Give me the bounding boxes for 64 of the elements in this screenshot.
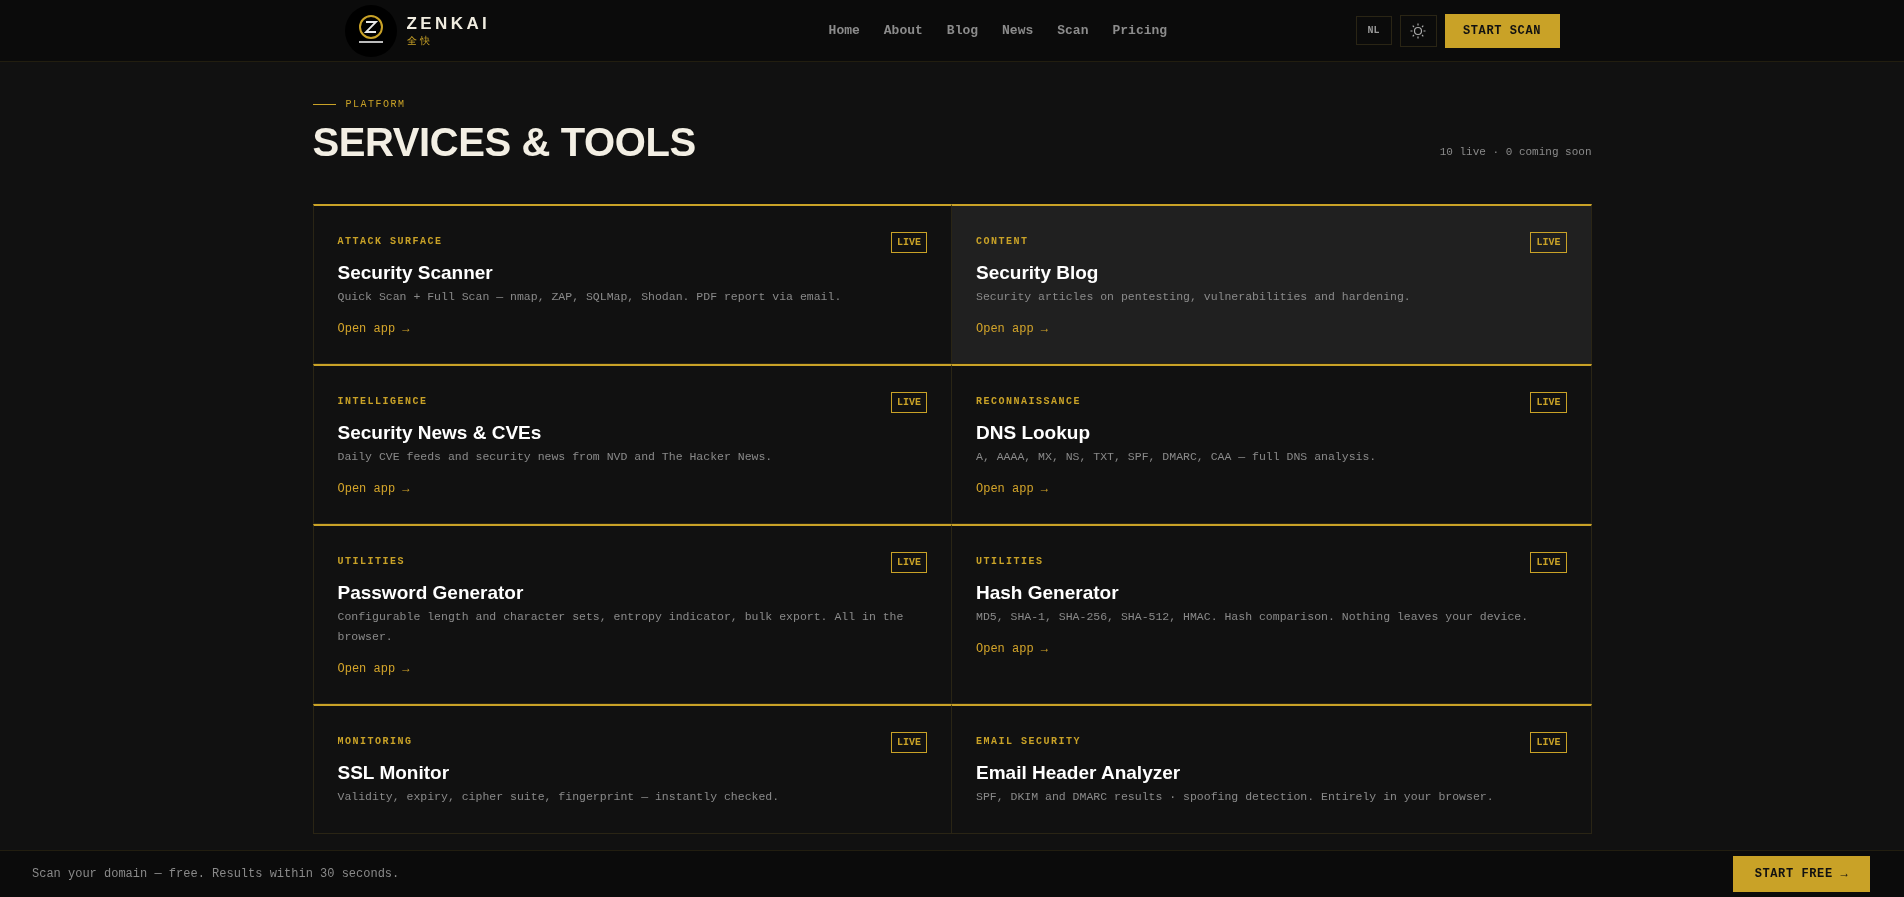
brand-name: ZENKAI [406,13,491,34]
card-description: Daily CVE feeds and security news from NVD and The Hacker News. [337,449,774,465]
status-badge: LIVE [1530,392,1567,413]
start-free-button[interactable]: START FREE → [1733,856,1870,892]
service-card[interactable]: MONITORING LIVE SSL Monitor Validity, expiry, cipher suite, fingerprint — instantly checked. [312,704,952,834]
category-label: ATTACK SURFACE [337,236,443,248]
status-badge: LIVE [1530,232,1567,253]
service-card[interactable]: ATTACK SURFACE LIVE Security Scanner Quick Scan + Full Scan — nmap, ZAP, SQLMap, Shodan. PDF report via email. Open app → [312,204,952,364]
service-count: 10 live · 0 coming soon [1439,144,1592,160]
card-description: SPF, DKIM and DMARC results · spoofing detection. Entirely in your browser. [976,789,1495,805]
status-badge: LIVE [1530,552,1567,573]
card-description: MD5, SHA-1, SHA-256, SHA-512, HMAC. Hash comparison. Nothing leaves your device. [976,609,1530,625]
card-title: Security Blog [976,261,1100,285]
sun-icon [1410,22,1426,39]
category-label: CONTENT [976,236,1029,248]
service-card[interactable]: EMAIL SECURITY LIVE Email Header Analyzer SPF, DKIM and DMARC results · spoofing detection. Entirely in your browser. [952,704,1592,834]
status-badge: LIVE [891,392,927,413]
status-badge: LIVE [891,552,927,573]
category-label: EMAIL SECURITY [976,736,1081,748]
open-app-link[interactable]: Open app → [976,321,1048,337]
section-title: SERVICES & TOOLS [312,119,696,166]
service-card[interactable]: CONTENT LIVE Security Blog Security articles on pentesting, vulnerabilities and hardening. Open app → [952,204,1592,364]
card-description: Configurable length and character sets, entropy indicator, bulk export. All in the browser. [337,609,905,645]
category-label: MONITORING [337,736,413,748]
card-title: Security News & CVEs [337,421,543,445]
nav-link[interactable]: Home [828,20,860,41]
nav-link[interactable]: Blog [946,20,979,41]
card-description: Security articles on pentesting, vulnerabilities and hardening. [976,289,1412,305]
bottom-bar-text: Scan your domain — free. Results within 30 seconds. [32,866,400,883]
logo-icon[interactable] [344,4,397,57]
card-description: Validity, expiry, cipher suite, fingerprint — instantly checked. [337,789,781,805]
status-badge: LIVE [891,732,927,753]
status-badge: LIVE [891,232,927,253]
card-title: Password Generator [337,581,525,605]
category-label: INTELLIGENCE [337,396,428,408]
service-card[interactable]: UTILITIES LIVE Hash Generator MD5, SHA-1, SHA-256, SHA-512, HMAC. Hash comparison. Nothing leaves your device. Open app → [952,524,1592,704]
service-card[interactable]: UTILITIES LIVE Password Generator Configurable length and character sets, entropy indicator, bulk export. All in the browser. Open app → [312,524,952,704]
category-label: UTILITIES [976,556,1044,568]
card-title: SSL Monitor [337,761,451,785]
service-card[interactable]: INTELLIGENCE LIVE Security News & CVEs Daily CVE feeds and security news from NVD and The Hacker News. Open app → [312,364,952,524]
nav-link[interactable]: Pricing [1112,20,1168,41]
service-card[interactable]: RECONNAISSANCE LIVE DNS Lookup A, AAAA, MX, NS, TXT, SPF, DMARC, CAA — full DNS analysis. Open app → [952,364,1592,524]
nav-link[interactable]: News [1002,20,1034,41]
theme-toggle-button[interactable] [1399,14,1437,47]
card-title: Security Scanner [337,261,494,285]
card-title: DNS Lookup [976,421,1091,445]
status-badge: LIVE [1530,732,1567,753]
card-title: Email Header Analyzer [976,761,1182,785]
start-scan-button[interactable]: START SCAN [1444,13,1560,48]
nav-link[interactable]: About [883,20,923,41]
open-app-link[interactable]: Open app → [337,321,410,337]
category-label: UTILITIES [337,556,405,568]
open-app-link[interactable]: Open app → [976,481,1048,497]
brand-subtitle: 全 快 [406,33,431,48]
category-label: RECONNAISSANCE [976,396,1081,408]
open-app-link[interactable]: Open app → [337,481,410,497]
card-title: Hash Generator [976,581,1120,605]
open-app-link[interactable]: Open app → [976,641,1048,657]
section-eyebrow: PLATFORM [345,98,406,112]
nav-link[interactable]: Scan [1057,20,1089,41]
card-description: A, AAAA, MX, NS, TXT, SPF, DMARC, CAA — full DNS analysis. [976,449,1378,465]
language-button[interactable]: NL [1355,16,1392,45]
open-app-link[interactable]: Open app → [337,661,410,677]
card-description: Quick Scan + Full Scan — nmap, ZAP, SQLMap, Shodan. PDF report via email. [337,289,843,305]
